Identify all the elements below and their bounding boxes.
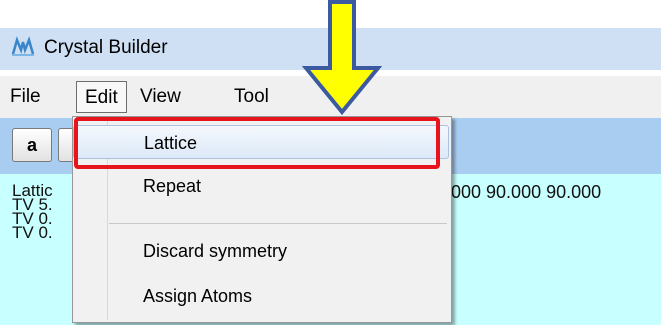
menu-separator bbox=[109, 223, 447, 224]
toolbar-a-button[interactable]: a bbox=[12, 128, 52, 162]
lattice-highlight-box bbox=[74, 117, 440, 169]
window-title: Crystal Builder bbox=[44, 37, 168, 58]
menu-view[interactable]: View bbox=[132, 81, 189, 113]
menu-file[interactable]: File bbox=[2, 81, 49, 113]
menu-edit[interactable]: Edit bbox=[76, 81, 127, 113]
content-line-4: TV 0. bbox=[12, 223, 53, 242]
menu-tool[interactable]: Tool bbox=[226, 81, 277, 113]
menu-item-repeat[interactable]: Repeat bbox=[73, 169, 449, 203]
menu-item-assign-atoms[interactable]: Assign Atoms bbox=[73, 279, 449, 313]
down-arrow-icon bbox=[302, 0, 382, 116]
crystal-app-icon bbox=[11, 36, 35, 56]
content-line-1-values: .000 90.000 90.000 bbox=[446, 182, 602, 202]
menu-item-discard-symmetry[interactable]: Discard symmetry bbox=[73, 234, 449, 268]
